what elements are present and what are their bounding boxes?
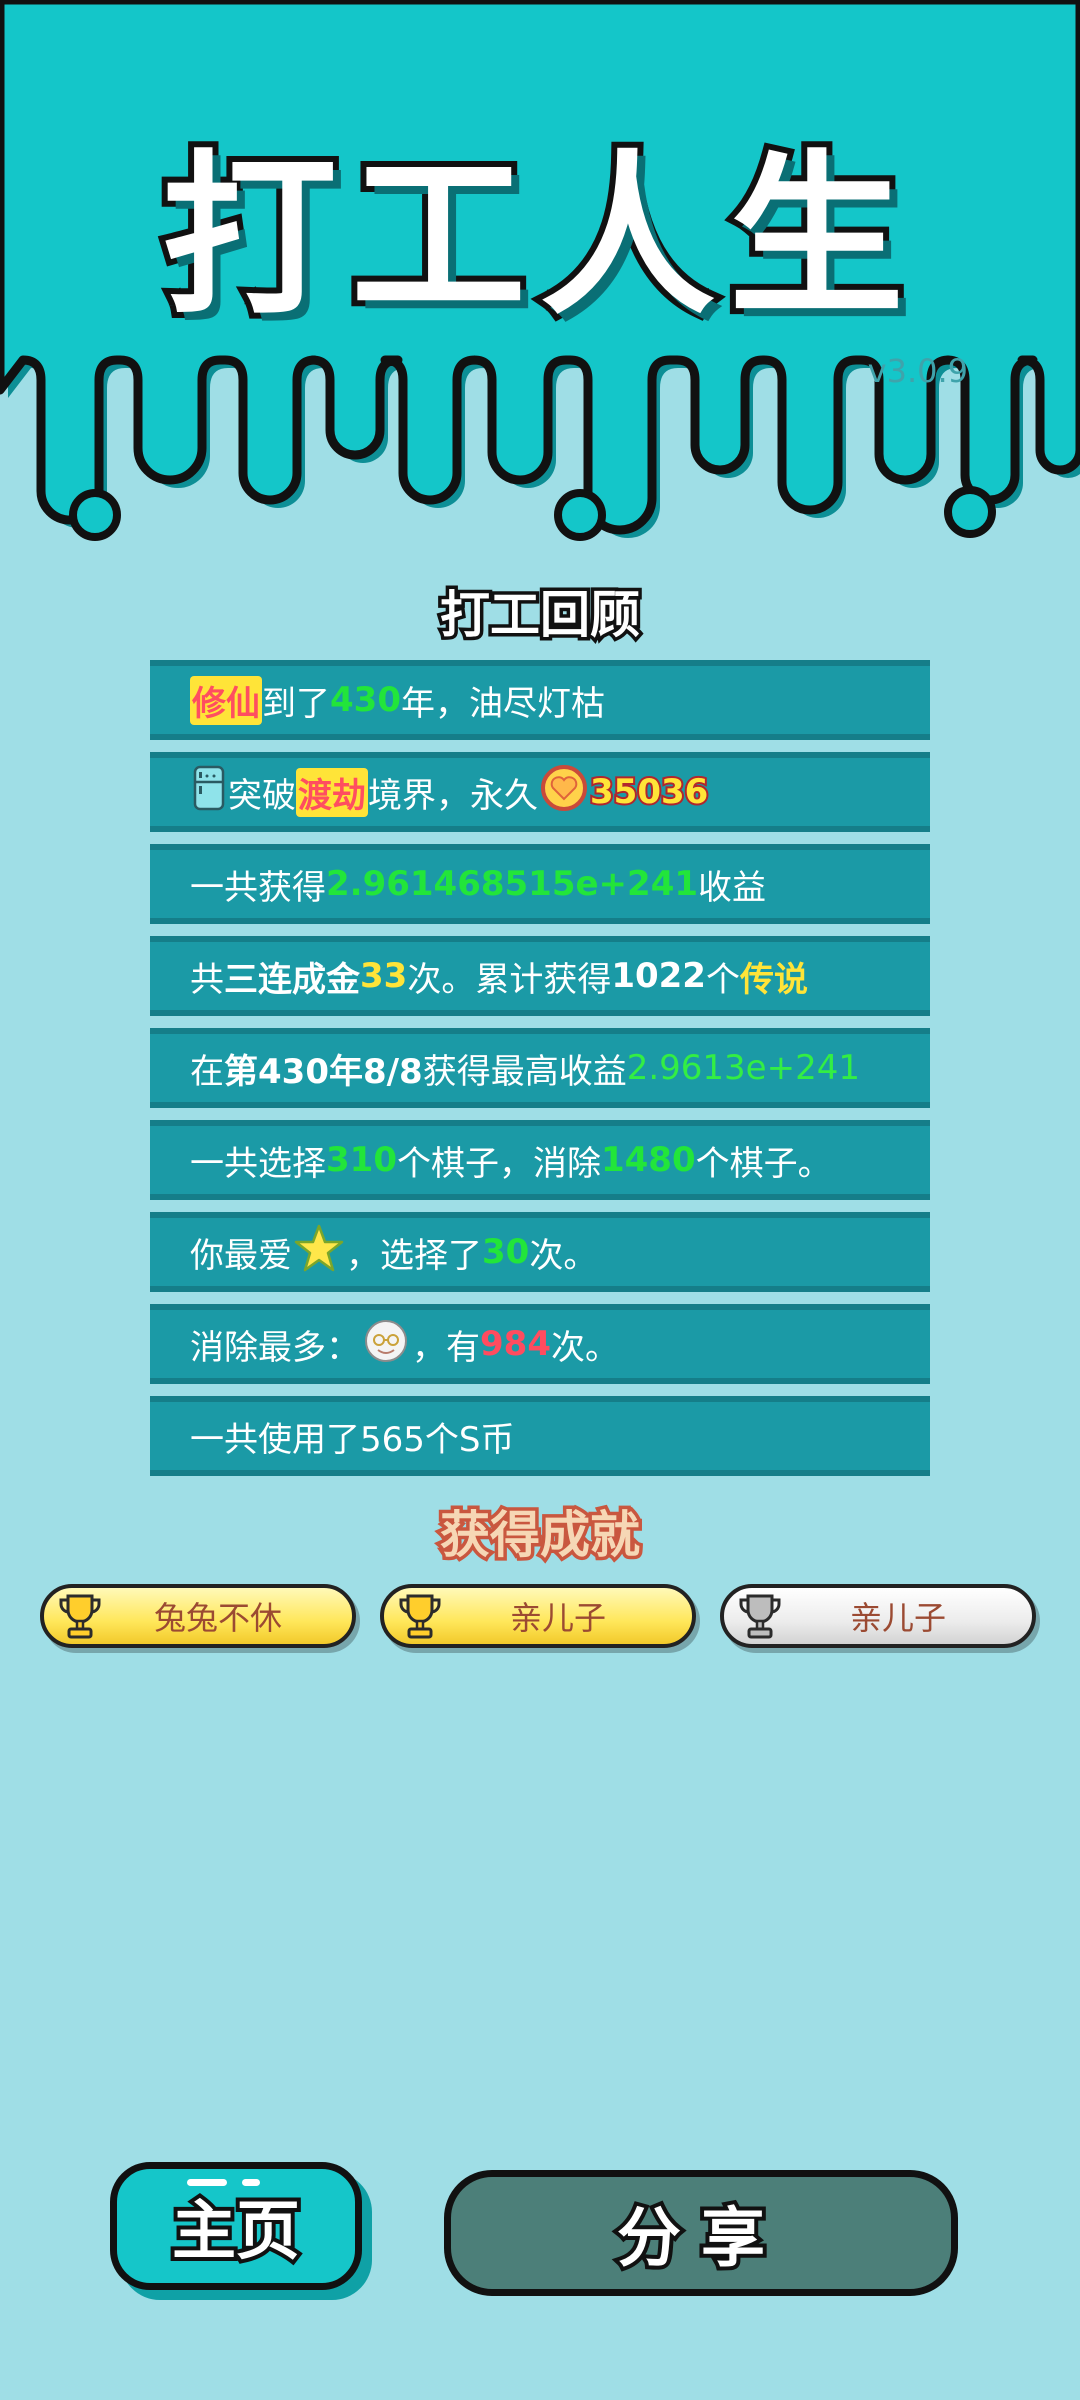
trophy-icon [398,1592,442,1646]
review-text: 一共使用了565个S币 [190,1419,515,1460]
review-text: 一共选择 [190,1143,326,1184]
review-row: 一共获得 2.961468515e+241 收益 [150,844,930,924]
achievement-label: 兔兔不休 [153,1599,282,1637]
review-text: 修仙 [190,675,262,725]
review-row: 你最爱 ，选择了 30 次。 [150,1212,930,1292]
review-list: 修仙 到了 430 年，油尽灯枯突破 渡劫 境界，永久 35036 一共获得 2.9614685… [150,660,930,1488]
review-text: 三连成金 [224,959,360,1000]
review-row: 一共选择 310 个棋子，消除 1480 个棋子。 [150,1120,930,1200]
achievement-label: 亲儿子 [849,1599,946,1637]
old-man-face-icon [362,1316,410,1373]
review-text: 984 [480,1324,551,1364]
review-text: 到了 [262,683,330,724]
review-text: 个 [705,959,740,1000]
review-text: 1480 [600,1140,696,1180]
achievement-label: 亲儿子 [509,1599,606,1637]
drip-dot [69,489,121,541]
review-text: 个棋子，消除 [396,1143,601,1184]
trophy-icon [58,1592,102,1646]
version-label: v3.0.9 [867,352,968,390]
review-text: 你最爱 [190,1235,292,1276]
home-button-label: 主页 [168,2191,304,2273]
review-text: 1022 [611,956,706,996]
review-text: 2.9613e+241 [626,1048,860,1088]
review-row: 一共使用了565个S币 [150,1396,930,1476]
heart-coin-icon [540,764,588,821]
review-text: ，选择了 [346,1235,482,1276]
review-text: 430 [330,680,401,720]
review-text: 35036 [588,770,710,814]
achievements-title: 获得成就 [437,1503,644,1568]
review-text: 境界，永久 [368,775,538,816]
trophy-icon [738,1592,782,1646]
game-title: 打工人生 [156,130,918,345]
review-text: 第430年8/8 [224,1051,423,1092]
review-text: 收益 [698,867,767,908]
review-text: 传说 [739,959,808,1000]
drip-dot [944,486,996,538]
review-text: 年，油尽灯枯 [400,683,605,724]
review-text: 个棋子。 [695,1143,832,1184]
star-icon [294,1224,344,1281]
home-button[interactable]: 主页 [110,2162,362,2290]
review-row: 共三连成金 33 次。累计获得 1022 个传说 [150,936,930,1016]
review-text: 次。 [529,1235,598,1276]
review-text: 33 [360,956,408,996]
review-text: 一共获得 [190,867,326,908]
review-title: 打工回顾 [437,583,644,648]
review-row: 修仙 到了 430 年，油尽灯枯 [150,660,930,740]
fridge-icon [192,765,226,820]
review-text: 次。累计获得 [407,959,612,1000]
achievement-badge-1[interactable]: 兔兔不休 [40,1584,356,1648]
review-row: 在 第430年8/8 获得最高收益 2.9613e+241 [150,1028,930,1108]
header-banner: 打工人生 v3.0.9 [0,0,1080,560]
achievement-badge-3[interactable]: 亲儿子 [720,1584,1036,1648]
review-text: 次。 [550,1327,619,1368]
review-text: 获得最高收益 [422,1051,627,1092]
share-button-label: 分享 [613,2198,785,2280]
review-text: 渡劫 [296,767,368,817]
drip-dot [554,489,606,541]
review-text: 突破 [228,775,296,816]
review-row: 突破 渡劫 境界，永久 35036 [150,752,930,832]
review-text: 2.961468515e+241 [326,864,699,904]
review-text: 30 [482,1232,530,1272]
review-text: 消除最多： [190,1327,360,1368]
review-text: 共 [190,959,224,1000]
review-text: ，有 [412,1327,480,1368]
achievement-badge-2[interactable]: 亲儿子 [380,1584,696,1648]
share-button[interactable]: 分享 [444,2170,958,2296]
review-row: 消除最多： ，有 984 次。 [150,1304,930,1384]
review-text: 310 [326,1140,397,1180]
review-text: 在 [190,1051,224,1092]
